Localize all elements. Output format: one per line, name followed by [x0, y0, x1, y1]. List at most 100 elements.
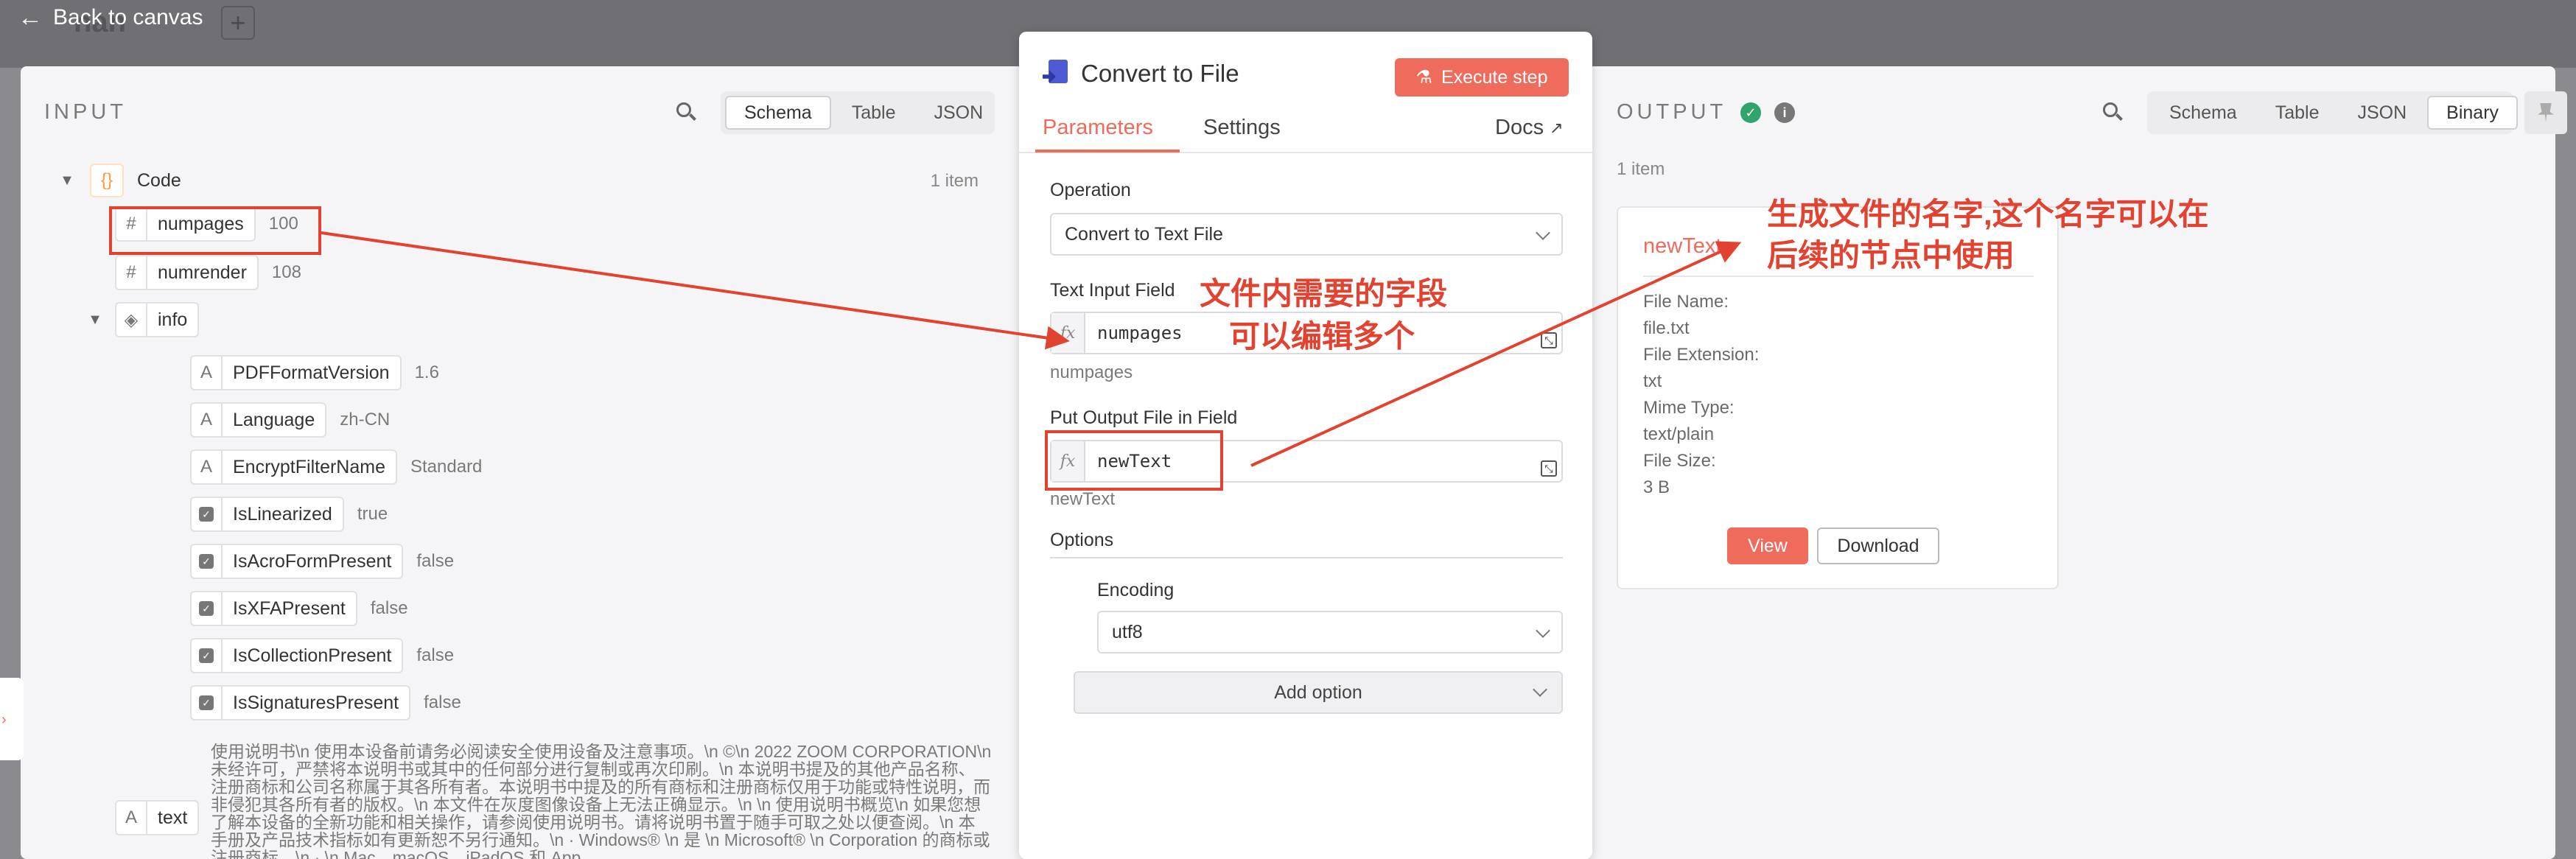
- info-field-item[interactable]: ✓ IsAcroFormPresent false: [190, 544, 454, 579]
- info-field-item[interactable]: ✓ IsCollectionPresent false: [190, 638, 454, 673]
- info-field-label: IsSignaturesPresent: [233, 692, 399, 713]
- expand-icon[interactable]: ⤡: [1541, 460, 1557, 477]
- chevron-down-icon[interactable]: ▼: [57, 172, 77, 189]
- chevron-down-icon: [1536, 225, 1550, 240]
- file-extension-label: File Extension:: [1643, 345, 1760, 365]
- tree-root-code[interactable]: ▼ {} Code: [57, 164, 181, 197]
- info-field-label: EncryptFilterName: [233, 456, 385, 477]
- input-item-count: 1 item: [930, 171, 979, 191]
- mime-type-label: Mime Type:: [1643, 398, 1735, 418]
- mime-type-value: text/plain: [1643, 424, 1715, 444]
- info-field-label: IsLinearized: [233, 503, 332, 525]
- tab-parameters[interactable]: Parameters: [1043, 116, 1153, 140]
- info-field-value: false: [416, 645, 455, 665]
- options-label: Options: [1050, 530, 1114, 550]
- field-text[interactable]: Atext: [115, 800, 200, 835]
- info-field-value: false: [424, 693, 461, 712]
- curly-braces-icon: {}: [90, 164, 124, 197]
- info-field-item[interactable]: ✓ IsLinearized true: [190, 497, 388, 532]
- info-field-value: 1.6: [414, 362, 439, 382]
- input-view-table[interactable]: Table: [834, 96, 914, 130]
- output-item-count: 1 item: [1617, 159, 1665, 179]
- annotation-box-numpages: [109, 206, 321, 255]
- view-button[interactable]: View: [1727, 527, 1808, 564]
- execute-step-button[interactable]: ⚗ Execute step: [1395, 58, 1569, 97]
- output-view-table[interactable]: Table: [2258, 96, 2337, 130]
- info-field-item[interactable]: ✓ IsXFAPresent false: [190, 591, 408, 626]
- arrow-left-icon: ←: [18, 4, 43, 32]
- info-icon[interactable]: i: [1774, 102, 1795, 123]
- output-view-switch: Schema Table JSON Binary: [2147, 91, 2519, 134]
- operation-value: Convert to Text File: [1065, 223, 1223, 245]
- back-to-canvas-button[interactable]: ← Back to canvas: [18, 1, 203, 34]
- info-field-value: zh-CN: [340, 410, 391, 430]
- operation-label: Operation: [1050, 180, 1131, 200]
- execute-step-label: Execute step: [1441, 66, 1548, 88]
- download-button[interactable]: Download: [1817, 527, 1939, 564]
- info-field-item[interactable]: ✓ IsSignaturesPresent false: [190, 685, 461, 720]
- info-field-item[interactable]: A PDFFormatVersion 1.6: [190, 355, 439, 390]
- encoding-select[interactable]: utf8: [1097, 611, 1563, 653]
- node-title[interactable]: Convert to File: [1081, 60, 1239, 88]
- info-field-label: IsCollectionPresent: [233, 645, 392, 666]
- convert-file-icon: [1043, 60, 1071, 88]
- chevron-down-icon: [1536, 623, 1550, 638]
- search-icon[interactable]: [2101, 101, 2124, 123]
- checkbox-type-icon: ✓: [192, 687, 223, 719]
- check-circle-icon: ✓: [1740, 102, 1761, 123]
- cube-icon: ◈: [116, 304, 147, 336]
- text-input-field-value: numpages: [1097, 323, 1183, 343]
- info-field-item[interactable]: A EncryptFilterName Standard: [190, 449, 482, 485]
- operation-select[interactable]: Convert to Text File: [1050, 213, 1563, 256]
- input-view-schema[interactable]: Schema: [725, 96, 831, 130]
- add-option-label: Add option: [1274, 681, 1362, 703]
- annotation-fields-note-2: 可以编辑多个: [1229, 319, 1415, 354]
- field-numrender[interactable]: # numrender 108: [115, 255, 301, 290]
- hash-icon: #: [116, 256, 147, 289]
- chevron-down-icon[interactable]: ▼: [85, 312, 105, 329]
- info-field-value: true: [357, 504, 388, 524]
- field-info[interactable]: ▼ ◈ info: [85, 302, 200, 337]
- tab-settings[interactable]: Settings: [1203, 116, 1281, 140]
- input-panel: INPUT Schema Table JSON ▼ {} Code 1 item…: [21, 66, 1001, 859]
- file-name-label: File Name:: [1643, 292, 1729, 312]
- info-field-label: IsAcroFormPresent: [233, 550, 392, 572]
- text-type-icon: A: [192, 451, 223, 483]
- info-field-label: Language: [233, 409, 315, 430]
- field-info-label: info: [158, 309, 188, 330]
- checkbox-type-icon: ✓: [192, 498, 223, 530]
- info-field-value: false: [416, 551, 455, 571]
- field-text-label: text: [158, 807, 188, 828]
- add-node-button[interactable]: +: [221, 6, 255, 40]
- docs-label: Docs: [1495, 116, 1544, 139]
- info-field-value: false: [370, 598, 408, 618]
- pin-icon: [2538, 103, 2554, 122]
- checkbox-type-icon: ✓: [192, 545, 223, 578]
- field-numrender-label: numrender: [158, 262, 247, 283]
- info-field-label: IsXFAPresent: [233, 597, 346, 619]
- text-type-icon: A: [116, 802, 147, 834]
- output-view-json[interactable]: JSON: [2339, 96, 2424, 130]
- text-type-icon: A: [192, 404, 223, 436]
- search-icon[interactable]: [675, 101, 697, 123]
- add-option-button[interactable]: Add option: [1074, 671, 1563, 714]
- fx-icon: fx: [1051, 313, 1085, 353]
- checkbox-type-icon: ✓: [192, 639, 223, 672]
- chevron-down-icon: [1533, 682, 1547, 697]
- input-view-switch: Schema Table JSON: [721, 91, 995, 134]
- docs-link[interactable]: Docs ↗: [1495, 116, 1564, 140]
- annotation-name-note-2: 后续的节点中使用: [1767, 238, 2015, 273]
- file-extension-value: txt: [1643, 371, 1662, 391]
- output-heading: OUTPUT: [1617, 100, 1727, 124]
- tree-root-label: Code: [137, 169, 181, 191]
- output-view-binary[interactable]: Binary: [2427, 96, 2519, 130]
- output-view-schema[interactable]: Schema: [2152, 96, 2255, 130]
- expand-icon[interactable]: ⤡: [1541, 332, 1557, 348]
- info-field-item[interactable]: A Language zh-CN: [190, 402, 390, 438]
- field-text-value: 使用说明书\n 使用本设备前请务必阅读安全使用设备及注意事项。\n ©\n 20…: [211, 743, 992, 859]
- file-name-value: file.txt: [1643, 318, 1690, 338]
- flask-icon: ⚗: [1415, 67, 1432, 88]
- file-size-value: 3 B: [1643, 477, 1670, 497]
- input-view-json[interactable]: JSON: [916, 96, 1001, 130]
- pin-data-button[interactable]: [2524, 91, 2567, 134]
